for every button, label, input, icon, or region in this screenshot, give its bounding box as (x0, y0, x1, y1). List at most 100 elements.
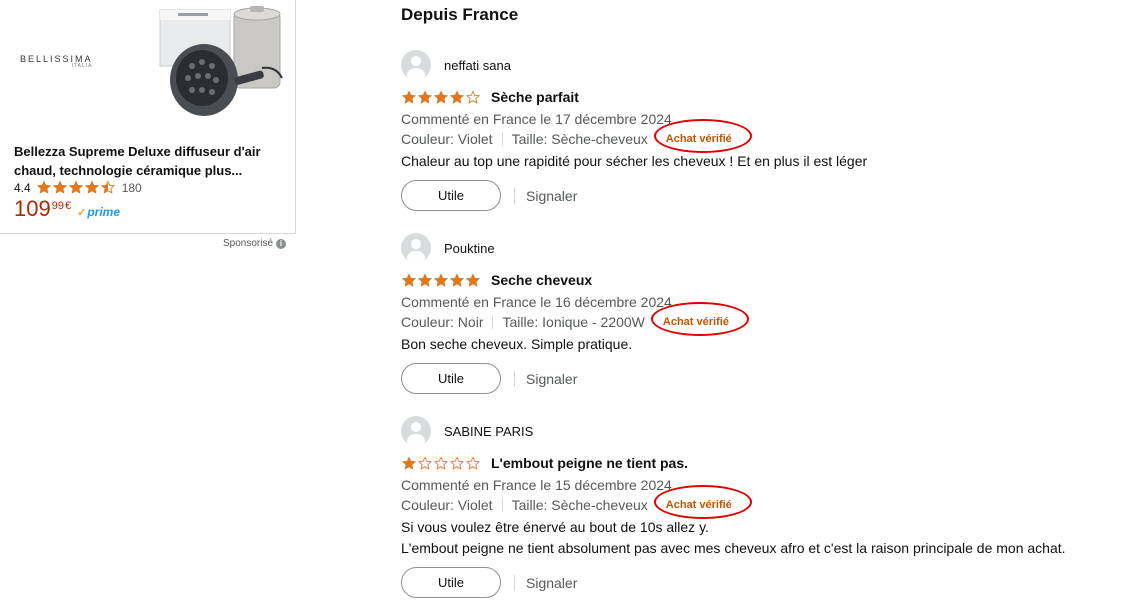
star-filled-icon (68, 180, 83, 194)
review-date: Commenté en France le 17 décembre 2024 (401, 111, 672, 127)
review-date: Commenté en France le 15 décembre 2024 (401, 477, 672, 493)
prime-check-icon: ✓ (77, 206, 87, 219)
helpful-button[interactable]: Utile (401, 363, 501, 394)
reviewer-profile[interactable]: Pouktine (401, 233, 1121, 263)
star-empty-icon (465, 455, 481, 470)
star-empty-icon (449, 455, 465, 470)
review-body: Bon seche cheveux. Simple pratique. (401, 334, 1121, 355)
review-color-attribute[interactable]: Couleur: Violet (401, 495, 493, 515)
product-rating-row[interactable]: 4.4 180 (14, 180, 142, 195)
review-color-attribute[interactable]: Couleur: Noir (401, 312, 483, 332)
star-filled-icon (449, 89, 465, 104)
highlight-circle (653, 119, 752, 153)
star-filled-icon (36, 180, 51, 194)
star-filled-icon (449, 272, 465, 287)
avatar[interactable] (401, 50, 431, 80)
verified-purchase-badge: Achat vérifié (650, 302, 749, 336)
star-filled-icon (401, 89, 417, 104)
star-empty-icon (417, 455, 433, 470)
star-filled-icon (401, 272, 417, 287)
brand-logo: BELLISSIMA ITALIA (20, 54, 93, 69)
review-actions: Utile Signaler (401, 567, 1121, 598)
review-body-line: L'embout peigne ne tient absolument pas … (401, 540, 1066, 556)
sponsored-product-card[interactable]: BELLISSIMA ITALIA Bellezza Supreme Delux… (0, 0, 296, 234)
divider (492, 315, 494, 329)
info-icon[interactable]: i (276, 238, 287, 249)
review-item: neffati sana Sèche parfait Commenté en F… (401, 50, 1121, 211)
price-currency: € (64, 200, 72, 212)
review-body: Chaleur au top une rapidité pour sécher … (401, 151, 1121, 172)
review-size-attribute[interactable]: Taille: Sèche-cheveux (512, 495, 648, 515)
review-item: Pouktine Seche cheveux Commenté en Franc… (401, 233, 1121, 394)
review-color-attribute[interactable]: Couleur: Violet (401, 129, 493, 149)
star-filled-icon (84, 180, 99, 194)
review-actions: Utile Signaler (401, 180, 1121, 211)
reviewer-name[interactable]: neffati sana (444, 58, 511, 73)
sponsored-text: Sponsorisé (223, 238, 274, 249)
prime-label: prime (87, 205, 120, 219)
rating-value: 4.4 (14, 180, 31, 195)
review-title-row: Sèche parfait (401, 88, 1121, 106)
reviewer-profile[interactable]: neffati sana (401, 50, 1121, 80)
report-link[interactable]: Signaler (526, 575, 577, 591)
star-filled-icon (52, 180, 67, 194)
review-size-attribute[interactable]: Taille: Ionique - 2200W (502, 312, 644, 332)
product-image[interactable] (158, 4, 286, 122)
review-body-line: Chaleur au top une rapidité pour sécher … (401, 153, 868, 169)
divider (514, 187, 515, 204)
product-title-link[interactable]: Bellezza Supreme Deluxe diffuseur d'air … (14, 142, 284, 180)
price-fraction: 99 (51, 200, 64, 212)
highlight-circle (650, 302, 749, 336)
review-rating-stars[interactable] (401, 455, 481, 471)
review-body-line: Bon seche cheveux. Simple pratique. (401, 336, 633, 352)
star-filled-icon (417, 89, 433, 104)
review-title-row: Seche cheveux (401, 271, 1121, 289)
rating-count[interactable]: 180 (122, 181, 142, 195)
reviewer-name[interactable]: Pouktine (444, 241, 495, 256)
star-filled-icon (401, 455, 417, 470)
avatar[interactable] (401, 416, 431, 446)
star-half-icon (100, 180, 115, 194)
product-price: 109 99 € ✓ prime (14, 196, 120, 222)
star-filled-icon (465, 272, 481, 287)
review-rating-stars[interactable] (401, 89, 481, 105)
review-body-line: Si vous voulez être énervé au bout de 10… (401, 519, 709, 535)
verified-purchase-badge: Achat vérifié (653, 485, 752, 519)
review-item: SABINE PARIS L'embout peigne ne tient pa… (401, 416, 1121, 598)
helpful-button[interactable]: Utile (401, 180, 501, 211)
star-filled-icon (417, 272, 433, 287)
review-title[interactable]: Seche cheveux (491, 272, 592, 288)
review-rating-stars[interactable] (401, 272, 481, 288)
review-size-attribute[interactable]: Taille: Sèche-cheveux (512, 129, 648, 149)
sponsored-label[interactable]: Sponsorisé i (223, 238, 287, 249)
reviewer-name[interactable]: SABINE PARIS (444, 424, 533, 439)
review-actions: Utile Signaler (401, 363, 1121, 394)
review-attributes: Couleur: Violet Taille: Sèche-cheveux Ac… (401, 485, 1121, 519)
rating-stars (36, 180, 116, 195)
review-body: Si vous voulez être énervé au bout de 10… (401, 517, 1121, 559)
reviews-section-title: Depuis France (401, 5, 519, 24)
divider (501, 132, 503, 146)
price-whole: 109 (14, 196, 51, 221)
review-title[interactable]: L'embout peigne ne tient pas. (491, 455, 688, 471)
review-attributes: Couleur: Violet Taille: Sèche-cheveux Ac… (401, 119, 1121, 153)
review-attributes: Couleur: Noir Taille: Ionique - 2200W Ac… (401, 302, 1121, 336)
star-filled-icon (433, 89, 449, 104)
review-title-row: L'embout peigne ne tient pas. (401, 454, 1121, 472)
helpful-button[interactable]: Utile (401, 567, 501, 598)
divider (514, 370, 515, 387)
divider (514, 574, 515, 591)
report-link[interactable]: Signaler (526, 371, 577, 387)
avatar[interactable] (401, 233, 431, 263)
highlight-circle (653, 485, 752, 519)
star-empty-icon (433, 455, 449, 470)
divider (501, 498, 503, 512)
prime-badge: ✓ prime (77, 205, 120, 219)
report-link[interactable]: Signaler (526, 188, 577, 204)
review-title[interactable]: Sèche parfait (491, 89, 579, 105)
star-empty-icon (465, 89, 481, 104)
reviewer-profile[interactable]: SABINE PARIS (401, 416, 1121, 446)
verified-purchase-badge: Achat vérifié (653, 119, 752, 153)
review-date: Commenté en France le 16 décembre 2024 (401, 294, 672, 310)
star-filled-icon (433, 272, 449, 287)
